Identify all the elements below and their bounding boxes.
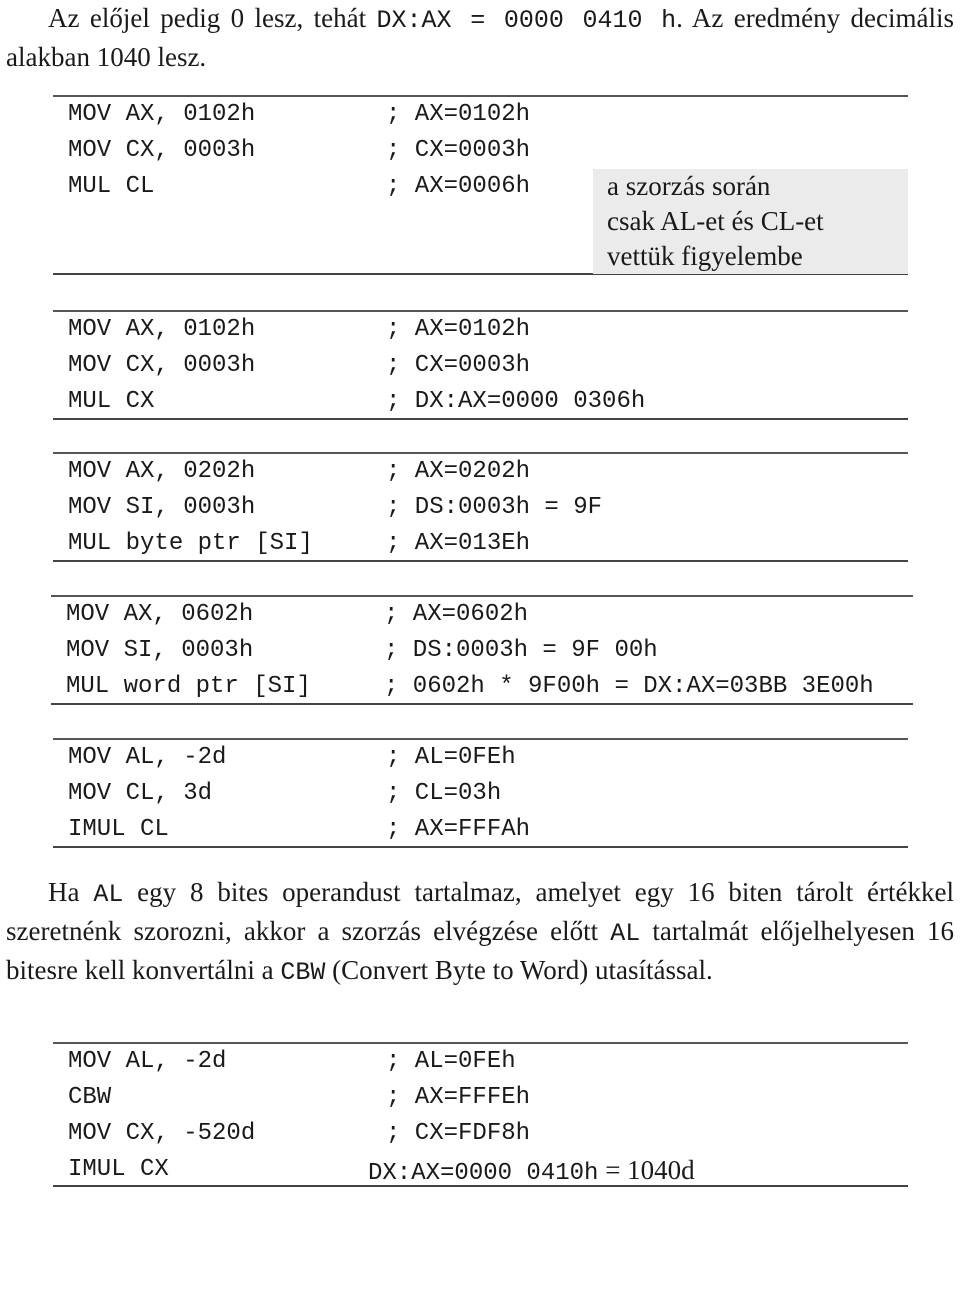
side-note: a szorzás során csak AL-et és CL-et vett…	[593, 169, 908, 274]
comment: ; AX=0006h	[386, 173, 531, 200]
instruction: MOV SI, 0003h	[68, 494, 256, 521]
code-block-1: MOV AX, 0102h ; AX=0102h MOV CX, 0003h ;…	[53, 95, 908, 275]
instruction: MOV CX, 0003h	[68, 137, 256, 164]
code-row: MUL CX ; DX:AX=0000 0306h	[53, 384, 908, 420]
instruction: MUL CL	[68, 173, 155, 200]
code-row: MOV SI, 0003h ; DS:0003h = 9F 00h	[51, 633, 913, 669]
note-line: csak AL-et és CL-et	[607, 206, 824, 236]
comment: ; AL=0FEh	[386, 744, 516, 771]
instruction: IMUL CX	[68, 1156, 169, 1183]
code-row: MUL byte ptr [SI] ; AX=013Eh	[53, 526, 908, 562]
code-row: MUL word ptr [SI] ; 0602h * 9F00h = DX:A…	[51, 669, 913, 705]
instruction: MUL CX	[68, 388, 155, 415]
code-row: MOV CX, 0003h ; CX=0003h	[53, 348, 908, 384]
comment: ; DX:AX=0000 0306h	[386, 388, 646, 415]
code-row: MOV AX, 0602h ; AX=0602h	[51, 597, 913, 633]
inline-code: AL	[610, 919, 641, 948]
comment: ; 0602h * 9F00h = DX:AX=03BB 3E00h	[384, 673, 874, 700]
paragraph-text: Ha	[48, 877, 94, 907]
instruction: MOV AX, 0102h	[68, 316, 256, 343]
instruction: IMUL CL	[68, 816, 169, 843]
comment: ; AX=013Eh	[386, 530, 531, 557]
code-row: MOV AL, -2d ; AL=0FEh	[53, 740, 908, 776]
code-row: CBW ; AX=FFFEh	[53, 1080, 908, 1116]
code-block-6: MOV AL, -2d ; AL=0FEh CBW ; AX=FFFEh MOV…	[53, 1042, 908, 1187]
note-line: vettük figyelembe	[607, 241, 803, 271]
code-row: MOV CX, 0003h ; CX=0003h	[53, 133, 908, 169]
code-block-5: MOV AL, -2d ; AL=0FEh MOV CL, 3d ; CL=03…	[53, 738, 908, 848]
note-line: a szorzás során	[607, 171, 771, 201]
result-value: DX:AX=0000 0410h	[368, 1160, 599, 1187]
cbw-paragraph: Ha AL egy 8 bites operandust tartalmaz, …	[6, 874, 954, 991]
comment: ; CX=FDF8h	[386, 1120, 531, 1147]
code-row: MOV AX, 0102h ; AX=0102h	[53, 97, 908, 133]
instruction: MOV SI, 0003h	[66, 637, 254, 664]
code-row: IMUL CX DX:AX=0000 0410h = 1040d	[53, 1152, 908, 1188]
instruction: MOV AX, 0202h	[68, 458, 256, 485]
intro-paragraph: Az előjel pedig 0 lesz, tehát DX:AX = 00…	[6, 0, 954, 75]
comment: ; AX=FFFEh	[386, 1084, 531, 1111]
comment: ; AX=0102h	[386, 316, 531, 343]
comment: ; AX=0202h	[386, 458, 531, 485]
intro-text: Az előjel pedig 0 lesz, tehát	[48, 3, 377, 33]
code-row: MOV AX, 0102h ; AX=0102h	[53, 312, 908, 348]
instruction: MOV AL, -2d	[68, 744, 227, 771]
code-block-4: MOV AX, 0602h ; AX=0602h MOV SI, 0003h ;…	[51, 595, 913, 705]
comment: ; DS:0003h = 9F 00h	[384, 637, 658, 664]
paragraph-text: (Convert Byte to Word) utasítással.	[325, 955, 713, 985]
code-block-2: MOV AX, 0102h ; AX=0102h MOV CX, 0003h ;…	[53, 310, 908, 420]
code-row: MOV AX, 0202h ; AX=0202h	[53, 454, 908, 490]
inline-code: AL	[93, 880, 124, 909]
intro-code: DX:AX = 0000 0410 h	[376, 6, 677, 35]
result-decimal: = 1040d	[598, 1155, 695, 1185]
instruction: MOV AX, 0602h	[66, 601, 254, 628]
comment: ; AX=FFFAh	[386, 816, 531, 843]
comment: ; CL=03h	[386, 780, 502, 807]
instruction: MUL byte ptr [SI]	[68, 530, 313, 557]
instruction: MOV AL, -2d	[68, 1048, 227, 1075]
code-row: MOV AL, -2d ; AL=0FEh	[53, 1044, 908, 1080]
code-row: IMUL CL ; AX=FFFAh	[53, 812, 908, 848]
instruction: MOV CL, 3d	[68, 780, 213, 807]
instruction: CBW	[68, 1084, 112, 1111]
instruction: MOV CX, 0003h	[68, 352, 256, 379]
code-row: MOV SI, 0003h ; DS:0003h = 9F	[53, 490, 908, 526]
comment: ; CX=0003h	[386, 137, 531, 164]
comment: ; CX=0003h	[386, 352, 531, 379]
comment: ; AX=0602h	[384, 601, 529, 628]
result-comment: DX:AX=0000 0410h = 1040d	[368, 1152, 695, 1192]
code-row: MOV CX, -520d ; CX=FDF8h	[53, 1116, 908, 1152]
instruction: MOV AX, 0102h	[68, 101, 256, 128]
instruction: MUL word ptr [SI]	[66, 673, 311, 700]
code-row: MOV CL, 3d ; CL=03h	[53, 776, 908, 812]
comment: ; AX=0102h	[386, 101, 531, 128]
comment: ; DS:0003h = 9F	[386, 494, 603, 521]
code-block-3: MOV AX, 0202h ; AX=0202h MOV SI, 0003h ;…	[53, 452, 908, 562]
comment: ; AL=0FEh	[386, 1048, 516, 1075]
inline-code: CBW	[280, 958, 326, 987]
instruction: MOV CX, -520d	[68, 1120, 256, 1147]
